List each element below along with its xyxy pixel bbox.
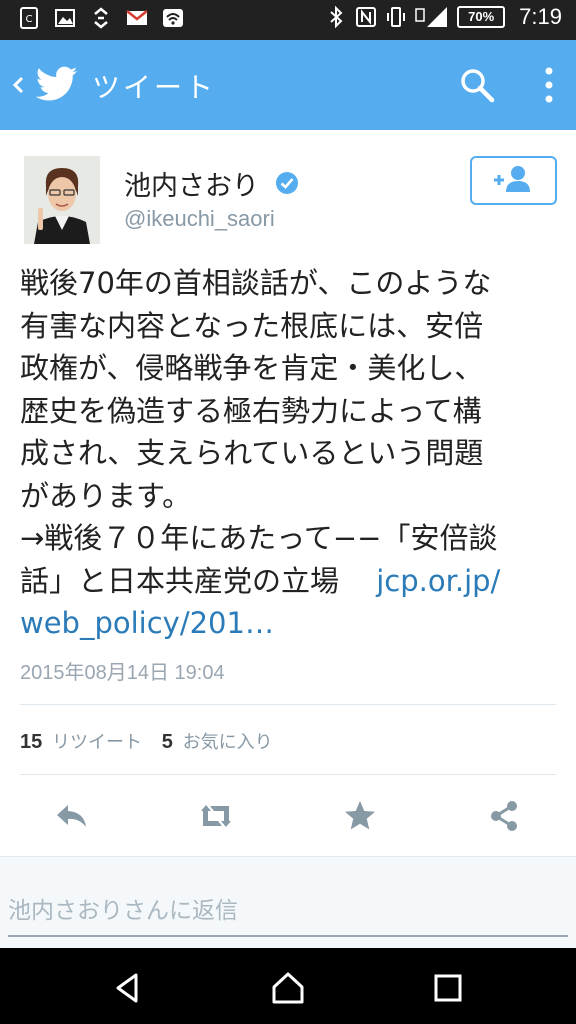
divider: [20, 704, 556, 705]
search-icon[interactable]: [458, 66, 496, 104]
share-icon[interactable]: [484, 796, 524, 836]
twitter-bird-icon: [36, 66, 78, 101]
back-nav-icon[interactable]: [110, 970, 146, 1006]
favorite-icon[interactable]: [340, 796, 380, 836]
tweet-line: 有害な内容となった根底には、安倍: [20, 308, 484, 343]
tweet-line: →戦後７０年にあたって−−「安倍談: [20, 521, 498, 555]
divider: [20, 774, 556, 775]
avatar[interactable]: [24, 156, 100, 244]
tweet-stats: 15 リツイート 5 お気に入り: [20, 728, 273, 754]
author-name[interactable]: 池内さおり: [124, 164, 259, 203]
nfc-icon: [356, 7, 377, 27]
sync-icon: [94, 7, 108, 29]
tweet-line-text: 話」と日本共産党の立場: [20, 563, 340, 598]
navigation-bar: [0, 948, 576, 1024]
tweet-line: 成され、支えられているという問題: [20, 436, 484, 470]
add-user-icon: [494, 166, 530, 192]
tweet-line: があります。: [20, 478, 192, 513]
svg-text:C: C: [26, 14, 33, 25]
notification-icons: C: [18, 6, 184, 30]
tweet-line: 政権が、侵略戦争を肯定・美化し、: [20, 351, 484, 385]
recents-nav-icon[interactable]: [430, 970, 466, 1006]
retweet-stat[interactable]: 15 リツイート: [20, 731, 148, 753]
favorite-label: お気に入り: [182, 732, 273, 753]
tweet-line: 歴史を偽造する極右勢力によって構: [20, 393, 482, 428]
signal-icon: [415, 7, 448, 27]
tweet-line: 戦後70年の首相談話が、このような: [20, 266, 492, 300]
avatar-image: [24, 156, 100, 244]
tweet-timestamp: 2015年08月14日 19:04: [20, 662, 225, 684]
home-nav-icon[interactable]: [270, 970, 306, 1006]
bluetooth-icon: [330, 5, 343, 29]
more-options-icon[interactable]: [538, 66, 560, 104]
image-icon: [55, 9, 75, 27]
system-icons: 70% 7:19: [325, 4, 562, 30]
reply-input[interactable]: [8, 887, 568, 937]
tweet-text: 戦後70年の首相談話が、このような 有害な内容となった根底には、安倍 政権が、侵…: [20, 262, 560, 645]
follow-button[interactable]: [470, 156, 557, 205]
reply-icon[interactable]: [52, 796, 92, 836]
tweet-link[interactable]: jcp.or.jp/: [376, 564, 500, 598]
vibrate-icon: [387, 7, 406, 27]
sim-card-icon: C: [20, 7, 38, 29]
author-handle[interactable]: @ikeuchi_saori: [124, 206, 275, 232]
clock: 7:19: [519, 4, 562, 29]
page-title: ツイート: [92, 71, 217, 104]
retweet-label: リツイート: [51, 732, 142, 753]
retweet-count: 15: [20, 731, 43, 753]
tweet-link-continued[interactable]: web_policy/201…: [20, 602, 560, 645]
wifi-icon: [163, 9, 183, 27]
tweet-actions: [0, 790, 576, 842]
reply-bar: [0, 856, 576, 948]
gmail-icon: [126, 10, 148, 25]
tweet-line: 話」と日本共産党の立場 jcp.or.jp/: [20, 560, 560, 603]
retweet-icon[interactable]: [196, 796, 236, 836]
favorite-stat[interactable]: 5 お気に入り: [161, 731, 273, 753]
status-bar: C 70% 7:19: [0, 0, 576, 40]
battery-indicator: 70%: [457, 6, 506, 28]
app-bar: ツイート: [0, 40, 576, 130]
favorite-count: 5: [161, 731, 173, 753]
verified-badge-icon: [276, 172, 298, 194]
back-arrow-icon[interactable]: [8, 68, 28, 102]
